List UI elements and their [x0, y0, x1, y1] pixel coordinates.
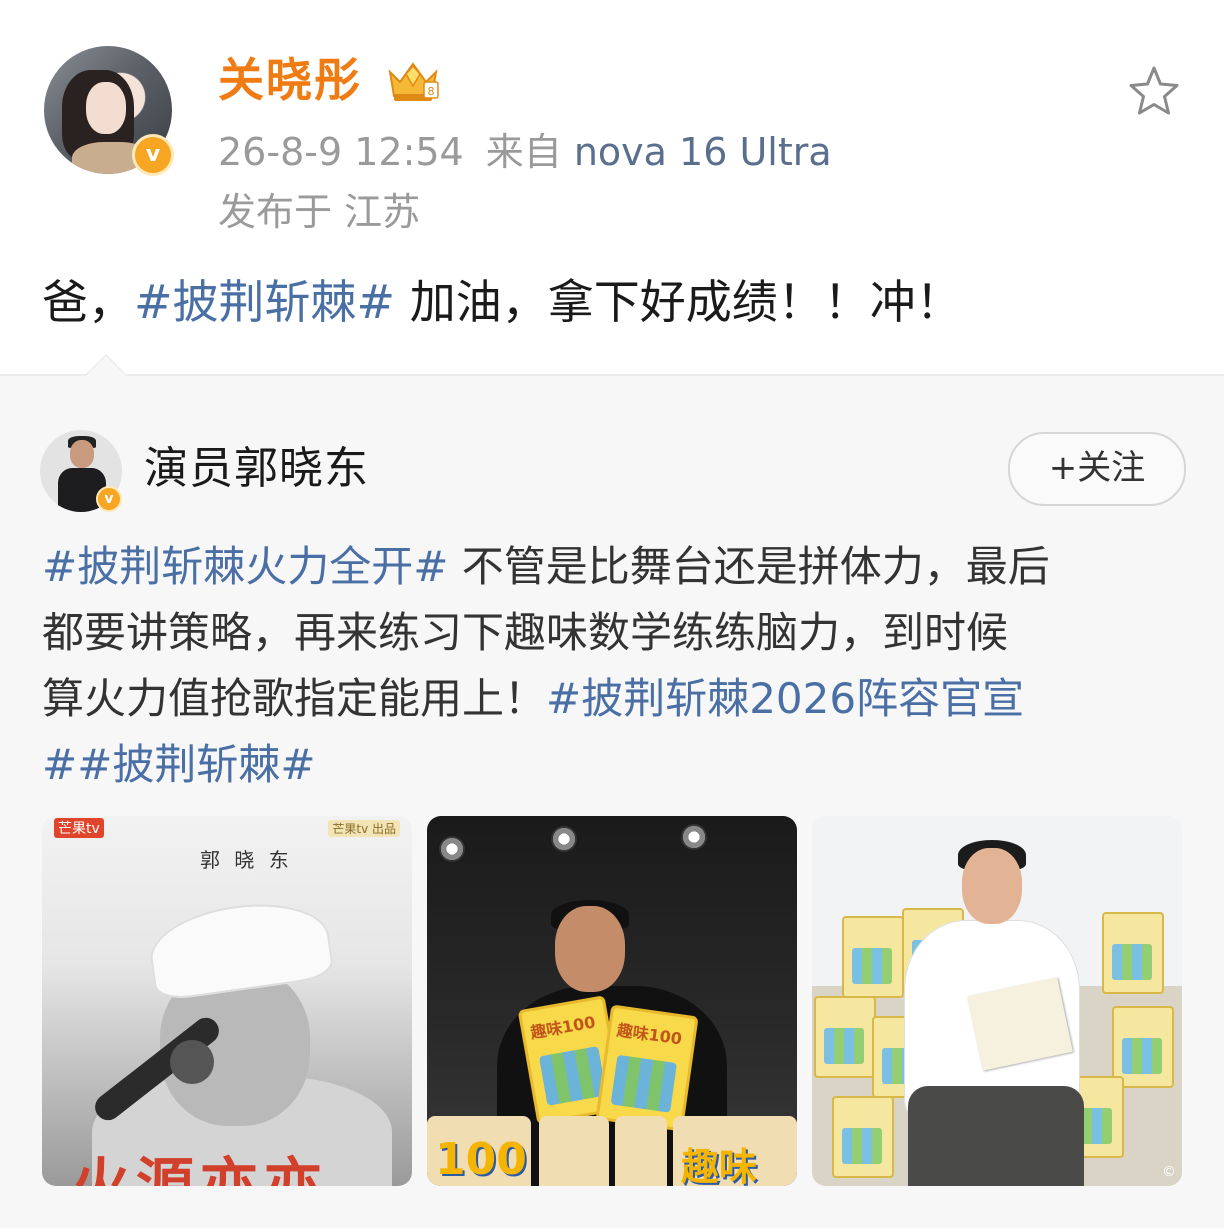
favorite-button[interactable] [1124, 62, 1184, 122]
repost-card[interactable]: v 演员郭晓东 +关注 #披荆斩棘火力全开# 不管是比舞台还是拼体力，最后 都要… [0, 354, 1224, 1228]
repost-line-1: #披荆斩棘火力全开# 不管是比舞台还是拼体力，最后 [42, 534, 1192, 600]
stage-light [551, 826, 577, 852]
person-face [962, 848, 1022, 924]
verified-badge-icon: v [132, 134, 174, 176]
stage-light [681, 824, 707, 850]
device-link[interactable]: nova 16 Ultra [574, 130, 832, 174]
repost-hashtag-2[interactable]: #披荆斩棘2026阵容官宣 [546, 674, 1024, 723]
photo-red-text: 火源亦亦 [72, 1151, 329, 1186]
person-face [555, 906, 625, 992]
crown-icon[interactable]: 8 [384, 58, 442, 104]
avatar-face [70, 440, 94, 468]
verified-badge-icon: v [96, 486, 122, 512]
math-book [814, 996, 876, 1078]
post-text-after: 加油，拿下好成绩！！冲！ [395, 275, 962, 329]
post-meta: 26-8-9 12:54 来自 nova 16 Ultra [218, 128, 832, 176]
watermark: © [1162, 1164, 1176, 1180]
book-grid [538, 1046, 607, 1106]
book-title: 趣味100 [529, 1012, 597, 1043]
cap [145, 893, 335, 1003]
repost-line-3-text: 算火力值抢歌指定能用上！ [42, 674, 547, 723]
math-book: 趣味100 [595, 1004, 699, 1132]
photo-1[interactable]: 芒果tv 芒果tv 出品 郭 晓 东 火源亦亦 [42, 816, 412, 1186]
post-hashtag[interactable]: #披荆斩棘# [134, 275, 395, 329]
repost-line-2-text: 都要讲策略，再来练习下趣味数学练练脑力，到时候 [42, 608, 1009, 657]
post-body: 爸，#披荆斩棘# 加油，拿下好成绩！！冲！ [42, 272, 962, 332]
avatar-face [86, 82, 126, 134]
photo-3[interactable]: © [812, 816, 1182, 1186]
svg-text:8: 8 [428, 85, 435, 98]
book-title: 趣味100 [615, 1020, 684, 1049]
microphone-head [170, 1040, 214, 1084]
post-timestamp: 26-8-9 12:54 [218, 130, 464, 174]
star-icon [1129, 66, 1179, 115]
repost-hashtag-3[interactable]: ##披荆斩棘# [42, 740, 316, 789]
repost-line-2: 都要讲策略，再来练习下趣味数学练练脑力，到时候 [42, 600, 1192, 666]
repost-body: #披荆斩棘火力全开# 不管是比舞台还是拼体力，最后 都要讲策略，再来练习下趣味数… [42, 534, 1192, 798]
repost-caret [84, 354, 128, 376]
source-prefix: 来自 [485, 130, 562, 174]
box [539, 1116, 609, 1186]
stage-light [439, 836, 465, 862]
mango-tv-logo: 芒果tv [54, 818, 104, 838]
math-book [1102, 912, 1164, 994]
book-grid [610, 1054, 677, 1113]
repost-author-name[interactable]: 演员郭晓东 [144, 442, 369, 496]
post-location: 发布于 江苏 [218, 190, 421, 234]
follow-button[interactable]: +关注 [1008, 432, 1186, 506]
photo-2[interactable]: 趣味100 趣味100 100 趣味 [427, 816, 797, 1186]
repost-line-1-text: 不管是比舞台还是拼体力，最后 [448, 542, 1050, 591]
box [615, 1116, 667, 1186]
photo-name-overlay: 郭 晓 东 [200, 848, 293, 872]
post-text-before: 爸， [42, 275, 134, 329]
repost-hashtag-1[interactable]: #披荆斩棘火力全开# [42, 542, 448, 591]
math-book [842, 916, 904, 998]
author-name[interactable]: 关晓彤 [218, 52, 362, 108]
mango-tv-tag: 芒果tv 出品 [328, 820, 400, 837]
repost-line-3: 算火力值抢歌指定能用上！#披荆斩棘2026阵容官宣 [42, 666, 1192, 732]
person-pants [908, 1086, 1084, 1186]
box-text-qw: 趣味 [681, 1145, 758, 1186]
math-book [832, 1096, 894, 1178]
repost-line-4: ##披荆斩棘# [42, 732, 1192, 798]
box-text-100: 100 [435, 1134, 527, 1185]
